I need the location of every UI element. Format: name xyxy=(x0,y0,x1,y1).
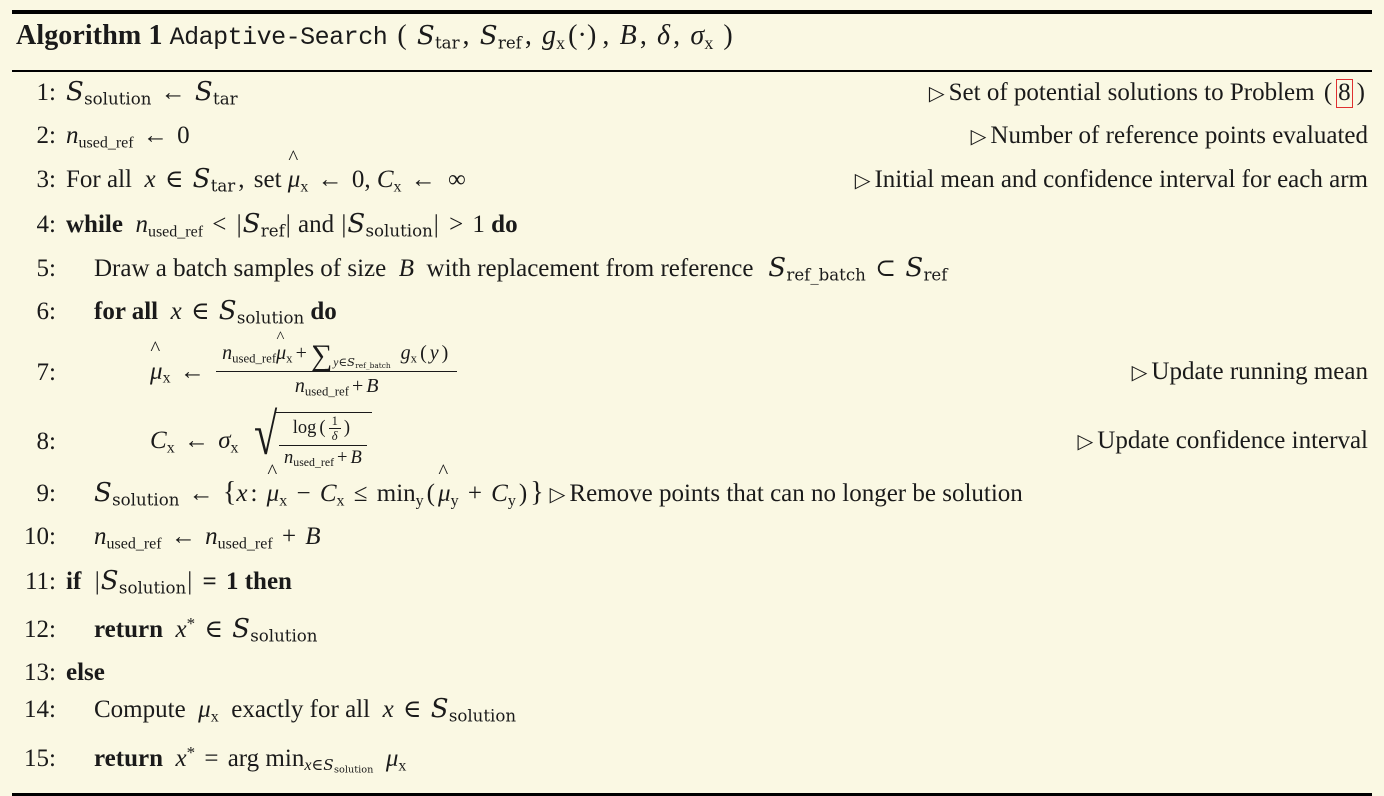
algorithm-lines: 1: Ssolution ← Star ▷ Set of potential so… xyxy=(10,72,1374,789)
line-code: μx ← nused_refμx+∑y∈Sref_batch gx(y) nus… xyxy=(66,341,459,402)
draw-text: Draw a batch samples of size xyxy=(94,254,387,282)
line-code: Ssolution ← Star xyxy=(66,77,238,109)
and-keyword: and xyxy=(298,210,335,238)
problem-reference-link[interactable]: 8 xyxy=(1336,79,1353,108)
comment-text: Remove points that can no longer be solu… xyxy=(569,479,1023,507)
line-code: Compute μx exactly for all x ∈ Ssolution xyxy=(94,693,517,726)
else-keyword: else xyxy=(66,658,105,686)
comment-text: Update running mean xyxy=(1151,358,1368,386)
line-number: 11: xyxy=(24,567,56,595)
algorithm-line: 6: for all x ∈ Ssolution do xyxy=(10,293,1374,336)
comment-triangle-icon: ▷ xyxy=(928,83,945,106)
algorithm-number: 1 xyxy=(148,20,163,51)
line-comment: ▷ Remove points that can no longer be sol… xyxy=(544,476,1023,513)
algorithm-line: 3: For all x ∈ Star, set μx ← 0, Cx ← ∞ … xyxy=(10,161,1374,205)
algorithm-line: 8: Cx ← σx √ log(1 δ) nused_ref + B ▷ Up… xyxy=(10,405,1374,475)
line-number: 10: xyxy=(24,523,56,551)
algorithm-line: 11: if |Ssolution| = 1 then xyxy=(10,563,1374,606)
line-comment: ▷ Set of potential solutions to Problem (… xyxy=(928,79,1365,108)
comment-text: Initial mean and confidence interval for… xyxy=(874,166,1368,194)
line-number: 2: xyxy=(36,121,56,149)
algorithm-line: 7: μx ← nused_refμx+∑y∈Sref_batch gx(y) … xyxy=(10,337,1374,409)
algorithm-line: 15: return x* = arg minx∈Ssolution μx xyxy=(10,735,1374,789)
algorithm-line: 2: nused_ref ← 0 ▷ Number of reference po… xyxy=(10,118,1374,161)
for-all-keyword: for all xyxy=(94,298,159,326)
comment-text: Number of reference points evaluated xyxy=(990,121,1368,149)
return-keyword: return xyxy=(94,745,163,773)
line-code: nused_ref ← nused_ref + B xyxy=(94,523,321,553)
line-code: For all x ∈ Star, set μx ← 0, Cx ← ∞ xyxy=(66,161,469,205)
compute-text: Compute xyxy=(94,695,186,723)
line-code: return x* ∈ Ssolution xyxy=(94,613,318,646)
algorithm-label: Algorithm xyxy=(16,20,142,51)
procedure-name: Adaptive-Search xyxy=(169,23,388,52)
title-arguments: ( Star, Sref, gx (·), B, δ, σx ) xyxy=(397,20,733,53)
line-number: 13: xyxy=(24,658,56,686)
line-code: else xyxy=(66,655,105,691)
do-keyword: do xyxy=(310,298,337,326)
line-code: if |Ssolution| = 1 then xyxy=(66,565,292,597)
running-mean-fraction: nused_refμx+∑y∈Sref_batch gx(y) nused_re… xyxy=(216,341,458,400)
comment-triangle-icon: ▷ xyxy=(854,170,871,193)
exactly-text: exactly for all xyxy=(231,695,371,723)
algorithm-title: Algorithm 1 Adaptive-Search ( Star, Sref… xyxy=(10,14,1374,67)
line-number: 8: xyxy=(36,427,56,455)
algorithm-line: 14: Compute μx exactly for all x ∈ Ssolu… xyxy=(10,691,1374,735)
comment-triangle-icon: ▷ xyxy=(970,125,987,148)
line-code: while nused_ref < |Sref| and |Ssolution|… xyxy=(66,208,518,241)
do-keyword: do xyxy=(491,210,518,238)
line-number: 14: xyxy=(24,695,56,723)
algorithm-line: 1: Ssolution ← Star ▷ Set of potential so… xyxy=(10,74,1374,117)
then-keyword: then xyxy=(244,567,292,595)
replacement-text: with replacement from reference xyxy=(426,254,754,282)
confidence-sqrt: √ log(1 δ) nused_ref + B xyxy=(245,405,372,469)
line-code: Ssolution ← {x: μx − Cx ≤ miny(μy + Cy)} xyxy=(66,475,544,519)
comment-text: Set of potential solutions to Problem xyxy=(948,79,1315,107)
line-number: 9: xyxy=(36,479,56,507)
line-number: 5: xyxy=(36,254,56,282)
algorithm-line: 4: while nused_ref < |Sref| and |Ssoluti… xyxy=(10,206,1374,250)
line-number: 6: xyxy=(36,298,56,326)
line-code: Cx ← σx √ log(1 δ) nused_ref + B xyxy=(66,405,372,470)
for-all-keyword: For all xyxy=(66,166,132,194)
comment-triangle-icon: ▷ xyxy=(1077,431,1094,454)
comment-triangle-icon: ▷ xyxy=(1131,362,1148,385)
algorithm-block: Algorithm 1 Adaptive-Search ( Star, Sref… xyxy=(0,10,1384,796)
algorithm-line: 13: else xyxy=(10,655,1374,691)
algorithm-line: 9: Ssolution ← {x: μx − Cx ≤ miny(μy + C… xyxy=(10,475,1374,519)
comment-triangle-icon: ▷ xyxy=(549,483,566,506)
line-comment: ▷ Initial mean and confidence interval fo… xyxy=(469,162,1374,199)
line-comment: ▷ Update running mean xyxy=(459,353,1374,392)
algorithm-line: 10: nused_ref ← nused_ref + B xyxy=(10,519,1374,562)
line-code: Draw a batch samples of size B with repl… xyxy=(94,252,948,285)
line-number: 1: xyxy=(36,79,56,107)
set-keyword: set xyxy=(253,166,282,194)
line-number: 3: xyxy=(36,166,56,194)
line-comment: ▷ Update confidence interval xyxy=(372,422,1374,461)
line-comment: ▷ Number of reference points evaluated xyxy=(190,118,1374,155)
line-code: nused_ref ← 0 xyxy=(66,121,190,152)
line-number: 4: xyxy=(36,210,56,238)
if-keyword: if xyxy=(66,567,82,595)
line-number: 12: xyxy=(24,616,56,644)
line-code: return x* = arg minx∈Ssolution μx xyxy=(94,742,407,777)
comment-text: Update confidence interval xyxy=(1097,427,1368,455)
line-number: 15: xyxy=(24,745,56,773)
confidence-fraction: log(1 δ) nused_ref + B xyxy=(279,414,367,469)
line-code: for all x ∈ Ssolution do xyxy=(94,296,337,328)
algorithm-line: 12: return x* ∈ Ssolution xyxy=(10,606,1374,655)
return-keyword: return xyxy=(94,616,163,644)
while-keyword: while xyxy=(66,210,123,238)
argmin-operator: arg min xyxy=(227,745,305,773)
line-number: 7: xyxy=(36,358,56,386)
algorithm-line: 5: Draw a batch samples of size B with r… xyxy=(10,250,1374,293)
